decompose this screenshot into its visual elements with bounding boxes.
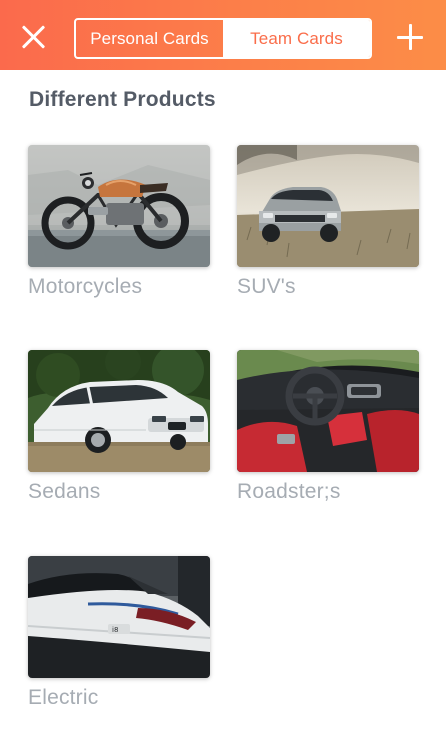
product-label: Roadster;s <box>237 480 341 503</box>
cards-segmented-control: Personal Cards Team Cards <box>74 18 372 59</box>
tab-personal-cards[interactable]: Personal Cards <box>76 20 223 57</box>
product-card-electric[interactable]: i8 Electric <box>28 556 210 710</box>
product-picker-screen: Personal Cards Team Cards Different Prod… <box>0 0 446 752</box>
product-label: Electric <box>28 686 99 709</box>
product-card-motorcycles[interactable]: Motorcycles <box>28 145 210 299</box>
product-label: Motorcycles <box>28 275 143 298</box>
top-bar: Personal Cards Team Cards <box>0 0 446 70</box>
roadster-interior-photo <box>237 350 419 472</box>
product-label: SUV's <box>237 275 296 298</box>
plus-icon[interactable] <box>393 20 427 54</box>
section-title: Different Products <box>29 88 216 111</box>
motorcycle-photo <box>28 145 210 267</box>
product-label: Sedans <box>28 480 101 503</box>
electric-car-photo: i8 <box>28 556 210 678</box>
product-card-suvs[interactable]: SUV's <box>237 145 419 299</box>
product-card-sedans[interactable]: Sedans <box>28 350 210 504</box>
svg-text:i8: i8 <box>112 626 118 634</box>
sedan-photo <box>28 350 210 472</box>
tab-team-cards[interactable]: Team Cards <box>223 20 370 57</box>
product-card-roadsters[interactable]: Roadster;s <box>237 350 419 504</box>
suv-photo <box>237 145 419 267</box>
close-icon[interactable] <box>16 20 50 54</box>
